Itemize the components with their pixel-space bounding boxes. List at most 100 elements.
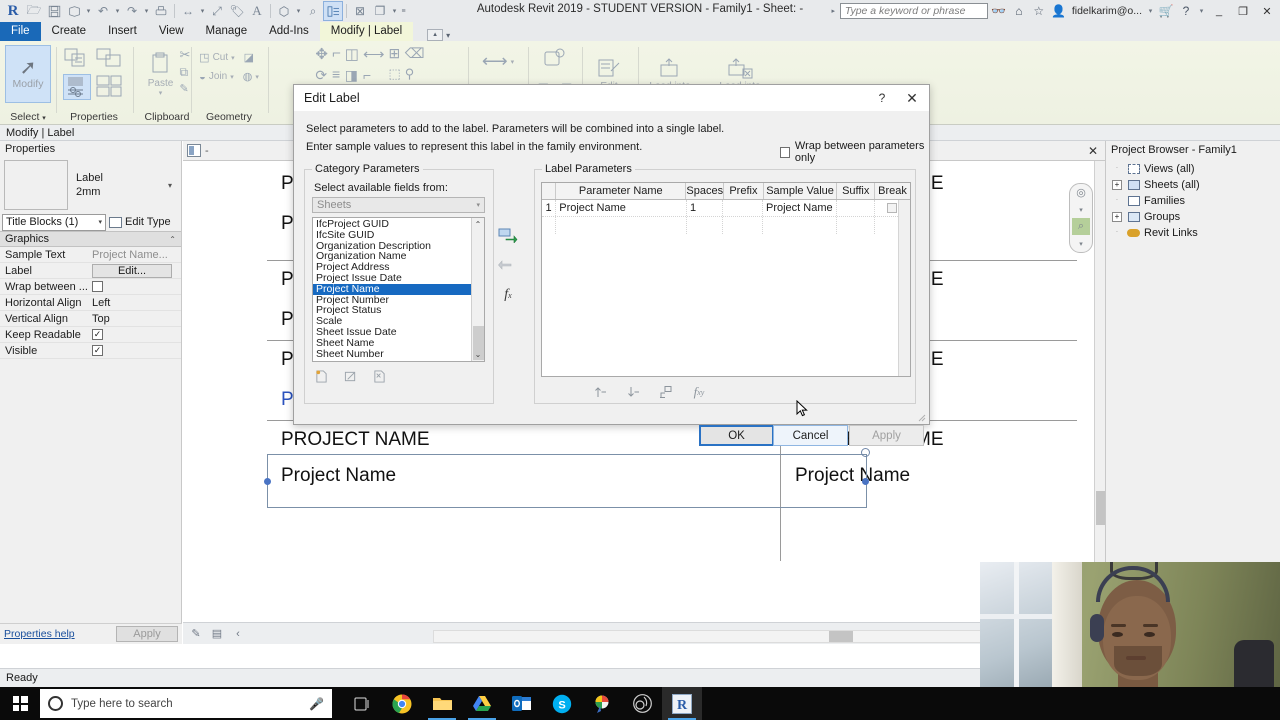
- account-caret-icon[interactable]: ▾: [1146, 1, 1155, 21]
- ribbon-state-caret-icon[interactable]: ▾: [446, 31, 450, 40]
- label-edit-button[interactable]: Edit...: [92, 263, 172, 278]
- canvas-vertical-scrollbar[interactable]: [1094, 161, 1105, 622]
- cell-prefix[interactable]: [723, 200, 763, 216]
- edit-parameter-icon[interactable]: [343, 369, 358, 383]
- wrap-between-checkbox[interactable]: [92, 281, 103, 292]
- mirror-pick-axis-icon[interactable]: ◫: [345, 45, 359, 63]
- cell-empty[interactable]: [556, 217, 687, 234]
- property-row-label[interactable]: Label Edit...: [0, 263, 181, 279]
- save-as-icon[interactable]: [64, 1, 84, 21]
- move-icon[interactable]: ✥: [315, 45, 328, 63]
- split-face-icon[interactable]: ◍: [243, 70, 253, 83]
- align-icon[interactable]: ⌐: [332, 45, 341, 62]
- section-icon[interactable]: ⌕: [303, 1, 323, 21]
- cell-parameter-name[interactable]: Project Name: [556, 200, 687, 216]
- microphone-icon[interactable]: 🎤: [309, 697, 324, 711]
- outlook-icon[interactable]: [502, 687, 542, 720]
- start-button[interactable]: [0, 687, 40, 720]
- modify-button[interactable]: ➚ Modify: [5, 45, 51, 103]
- steering-wheel-caret-icon[interactable]: ▾: [1072, 201, 1090, 218]
- revit-icon[interactable]: R: [662, 687, 702, 720]
- project-name-caps[interactable]: PROJECT NAME: [281, 429, 430, 451]
- apply-button[interactable]: Apply: [849, 425, 924, 446]
- selection-grip-left[interactable]: [264, 478, 271, 485]
- wrap-between-parameters-checkbox[interactable]: [780, 146, 790, 158]
- group-icon[interactable]: [658, 384, 674, 400]
- ribbon-state-icon[interactable]: ▲: [427, 29, 444, 41]
- expander-icon[interactable]: +: [1112, 180, 1122, 190]
- measure-caret-icon[interactable]: ▾: [511, 58, 515, 66]
- paste-caret-icon[interactable]: ▾: [159, 89, 163, 97]
- property-row-sample-text[interactable]: Sample Text Project Name...: [0, 247, 181, 263]
- cell-suffix[interactable]: [837, 200, 875, 216]
- add-parameter-button[interactable]: [494, 223, 522, 247]
- selection-grip-right[interactable]: [862, 478, 869, 485]
- remove-parameter-button[interactable]: [494, 253, 522, 277]
- close-button[interactable]: ✕: [1256, 1, 1278, 21]
- property-row-horizontal-align[interactable]: Horizontal Align Left: [0, 295, 181, 311]
- list-item[interactable]: Sheet Name: [313, 337, 484, 349]
- cut-scissors-icon[interactable]: ✂: [180, 47, 191, 63]
- property-row-visible[interactable]: Visible ✓: [0, 343, 181, 359]
- type-selector-caret-icon[interactable]: ▾: [163, 181, 177, 190]
- user-avatar-icon[interactable]: 👤: [1050, 2, 1068, 20]
- family-category-icon[interactable]: [95, 74, 125, 100]
- tab-view[interactable]: View: [148, 22, 195, 41]
- cell-empty[interactable]: [837, 217, 875, 234]
- selection-rotate-handle[interactable]: [861, 448, 870, 457]
- category-source-combo[interactable]: Sheets ▾: [312, 197, 485, 213]
- skype-icon[interactable]: S: [542, 687, 582, 720]
- list-item-selected[interactable]: Project Name: [313, 283, 484, 295]
- save-icon[interactable]: [44, 1, 64, 21]
- move-up-icon[interactable]: [592, 384, 608, 400]
- minimize-button[interactable]: _: [1208, 1, 1230, 21]
- cell-sample-value[interactable]: Project Name: [763, 200, 837, 216]
- label-parameters-table[interactable]: Parameter Name Spaces Prefix Sample Valu…: [541, 182, 911, 377]
- file-explorer-icon[interactable]: [422, 687, 462, 720]
- wrap-between-parameters-checkbox-row[interactable]: Wrap between parameters only: [780, 140, 929, 164]
- google-drive-icon[interactable]: [462, 687, 502, 720]
- aligned-dimension-icon[interactable]: ⤢: [207, 1, 227, 21]
- rotate-icon[interactable]: ⟳: [315, 67, 328, 84]
- delete-icon[interactable]: ⌫: [405, 45, 425, 62]
- group-collapse-icon[interactable]: ⌃: [169, 232, 181, 247]
- text-icon[interactable]: A: [247, 1, 267, 21]
- delete-parameter-icon[interactable]: [372, 369, 387, 383]
- property-row-wrap-between[interactable]: Wrap between ...: [0, 279, 181, 295]
- cancel-button[interactable]: Cancel: [773, 425, 848, 446]
- dialog-resize-grip[interactable]: [916, 412, 926, 422]
- 3d-view-caret-icon[interactable]: ▾: [294, 1, 303, 21]
- table-empty-row[interactable]: [542, 217, 910, 234]
- browser-node-families[interactable]: · Families: [1106, 193, 1280, 209]
- split-caret-icon[interactable]: ▾: [255, 73, 259, 81]
- binoculars-icon[interactable]: 👓: [990, 2, 1008, 20]
- listbox-scroll-up-icon[interactable]: ⌃: [472, 218, 484, 231]
- column-header-parameter-name[interactable]: Parameter Name: [556, 183, 687, 199]
- help-icon[interactable]: ?: [1177, 2, 1195, 20]
- column-header-spaces[interactable]: Spaces: [686, 183, 725, 199]
- column-header-sample-value[interactable]: Sample Value: [764, 183, 838, 199]
- visible-checkbox[interactable]: ✓: [92, 345, 103, 356]
- property-value[interactable]: Left: [88, 297, 172, 309]
- print-icon[interactable]: [151, 1, 171, 21]
- qat-customize-icon[interactable]: ≡: [399, 1, 408, 21]
- browser-node-sheets[interactable]: + Sheets (all): [1106, 177, 1280, 193]
- properties-group-graphics[interactable]: Graphics ⌃: [0, 231, 181, 247]
- undo-icon[interactable]: ↶: [93, 1, 113, 21]
- switch-windows-caret-icon[interactable]: ▾: [390, 1, 399, 21]
- dialog-title-bar[interactable]: Edit Label ? ✕: [294, 85, 929, 111]
- cut-caret-icon[interactable]: ▾: [231, 54, 235, 62]
- zoom-region-icon[interactable]: ⌕: [1072, 218, 1090, 235]
- table-vertical-scrollbar[interactable]: [898, 200, 910, 376]
- column-header-break[interactable]: Break: [875, 183, 910, 199]
- property-row-keep-readable[interactable]: Keep Readable ✓: [0, 327, 181, 343]
- array-icon[interactable]: ⊞: [388, 45, 400, 62]
- taskbar-search[interactable]: Type here to search 🎤: [40, 689, 332, 718]
- navigation-controls[interactable]: ◎ ▾ ⌕ ▾: [1069, 183, 1093, 253]
- fx-icon[interactable]: f xy: [691, 384, 707, 400]
- ok-button[interactable]: OK: [699, 425, 774, 446]
- keep-readable-checkbox[interactable]: ✓: [92, 329, 103, 340]
- help-caret-icon[interactable]: ▾: [1197, 1, 1206, 21]
- column-header-suffix[interactable]: Suffix: [837, 183, 876, 199]
- new-parameter-icon[interactable]: [314, 369, 329, 383]
